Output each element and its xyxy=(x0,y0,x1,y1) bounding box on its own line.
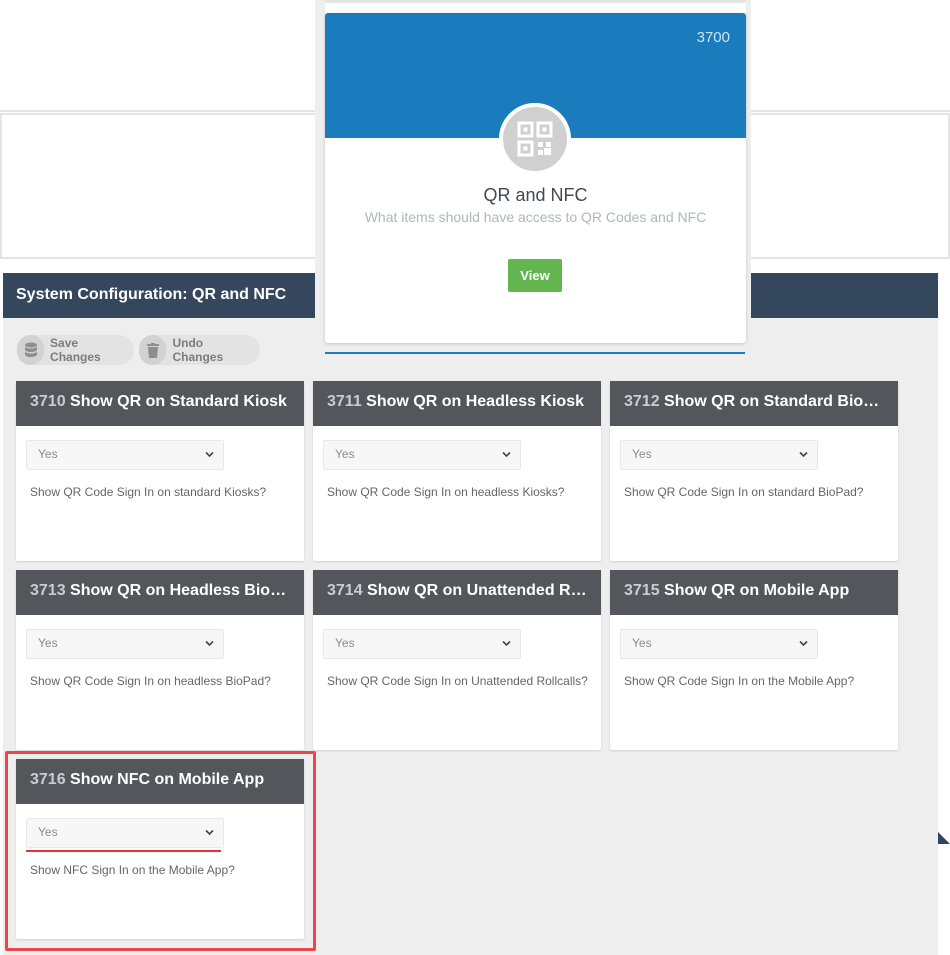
setting-number: 3713 xyxy=(30,582,66,599)
setting-value-select[interactable]: Yes xyxy=(26,629,224,659)
popup-backdrop-right xyxy=(746,0,751,318)
setting-card-3712: 3712 Show QR on Standard BioPad Yes Show… xyxy=(610,381,898,561)
category-title: QR and NFC xyxy=(483,185,588,205)
setting-title: Show QR on Standard BioPad xyxy=(664,393,893,410)
popup-backdrop-left xyxy=(315,0,325,318)
popup-top-line xyxy=(325,0,746,3)
setting-card-3714: 3714 Show QR on Unattended Rol... Yes Sh… xyxy=(313,570,601,750)
setting-card-header: 3711 Show QR on Headless Kiosk xyxy=(313,381,601,426)
setting-title: Show QR on Headless BioPad xyxy=(70,582,300,599)
setting-value-select[interactable]: Yes xyxy=(620,629,818,659)
save-changes-label: Save Changes xyxy=(50,336,101,364)
setting-description: Show QR Code Sign In on headless Kiosks? xyxy=(327,485,565,499)
setting-number: 3710 xyxy=(30,393,66,410)
setting-number: 3715 xyxy=(624,582,660,599)
undo-changes-button[interactable]: Undo Changes xyxy=(139,335,260,365)
chevron-down-icon xyxy=(502,640,511,647)
scroll-corner-mark xyxy=(938,832,950,844)
view-button[interactable]: View xyxy=(508,259,562,292)
category-subtitle: What items should have access to QR Code… xyxy=(364,209,707,225)
setting-card-3713: 3713 Show QR on Headless BioPad Yes Show… xyxy=(16,570,304,750)
setting-description: Show QR Code Sign In on standard Kiosks? xyxy=(30,485,267,499)
chevron-down-icon xyxy=(205,640,214,647)
chevron-down-icon xyxy=(799,640,808,647)
setting-card-3710: 3710 Show QR on Standard Kiosk Yes Show … xyxy=(16,381,304,561)
setting-title: Show QR on Headless Kiosk xyxy=(366,393,584,410)
qr-code-icon xyxy=(499,103,571,175)
chevron-down-icon xyxy=(205,451,214,458)
setting-value: Yes xyxy=(335,636,355,650)
setting-card-header: 3712 Show QR on Standard BioPad xyxy=(610,381,898,426)
setting-card-3715: 3715 Show QR on Mobile App Yes Show QR C… xyxy=(610,570,898,750)
setting-value: Yes xyxy=(38,636,58,650)
chevron-down-icon xyxy=(799,451,808,458)
setting-card-header: 3714 Show QR on Unattended Rol... xyxy=(313,570,601,615)
setting-card-3711: 3711 Show QR on Headless Kiosk Yes Show … xyxy=(313,381,601,561)
chevron-down-icon xyxy=(502,451,511,458)
trash-icon xyxy=(139,335,167,365)
setting-description: Show QR Code Sign In on headless BioPad? xyxy=(30,674,271,688)
system-config-title: System Configuration: QR and NFC xyxy=(16,286,287,303)
setting-title: Show QR on Standard Kiosk xyxy=(70,393,287,410)
setting-value: Yes xyxy=(632,636,652,650)
setting-number: 3711 xyxy=(327,393,362,410)
setting-title: Show QR on Unattended Rol... xyxy=(367,582,599,599)
setting-value-select[interactable]: Yes xyxy=(323,629,521,659)
setting-title: Show QR on Mobile App xyxy=(664,582,850,599)
setting-description: Show QR Code Sign In on Unattended Rollc… xyxy=(327,674,588,688)
setting-value-select[interactable]: Yes xyxy=(26,440,224,470)
database-icon xyxy=(17,335,45,365)
setting-value: Yes xyxy=(38,447,58,461)
setting-value-select[interactable]: Yes xyxy=(323,440,521,470)
setting-card-header: 3713 Show QR on Headless BioPad xyxy=(16,570,304,615)
setting-value: Yes xyxy=(632,447,652,461)
category-number: 3700 xyxy=(696,29,730,46)
right-margin xyxy=(938,260,950,955)
popup-underline xyxy=(325,352,745,354)
setting-description: Show QR Code Sign In on standard BioPad? xyxy=(624,485,864,499)
page: System Configuration: QR and NFC Save Ch… xyxy=(0,0,950,955)
setting-number: 3712 xyxy=(624,393,660,410)
setting-number: 3714 xyxy=(327,582,363,599)
setting-description: Show QR Code Sign In on the Mobile App? xyxy=(624,674,855,688)
qr-nfc-category-card: 3700 QR and NFC What items should have a… xyxy=(325,13,746,343)
setting-value: Yes xyxy=(335,447,355,461)
setting-card-header: 3715 Show QR on Mobile App xyxy=(610,570,898,615)
save-changes-button[interactable]: Save Changes xyxy=(17,335,134,365)
undo-changes-label: Undo Changes xyxy=(172,336,224,364)
setting-card-header: 3710 Show QR on Standard Kiosk xyxy=(16,381,304,426)
highlight-box xyxy=(5,751,316,951)
setting-value-select[interactable]: Yes xyxy=(620,440,818,470)
